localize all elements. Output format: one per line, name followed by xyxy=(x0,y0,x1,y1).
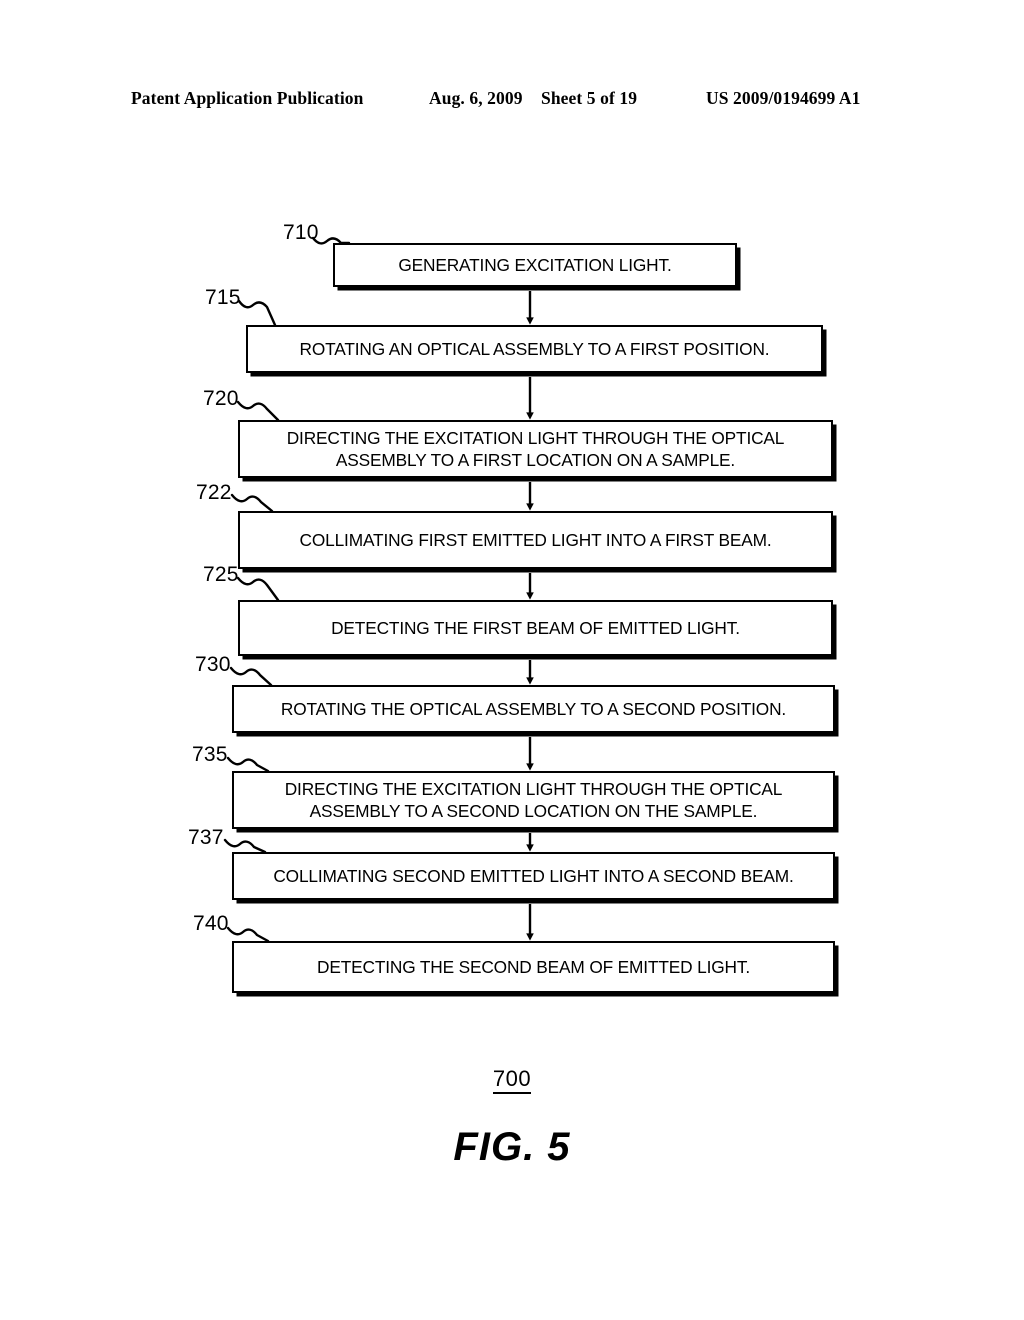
flowchart-step-720-text: DIRECTING THE EXCITATION LIGHT THROUGH T… xyxy=(286,428,785,470)
flowchart-step-710-text: GENERATING EXCITATION LIGHT. xyxy=(398,255,672,275)
figure-label: FIG. 5 xyxy=(453,1125,571,1169)
flowchart-step-730: ROTATING THE OPTICAL ASSEMBLY TO A SECON… xyxy=(232,685,835,733)
flowchart-step-740: DETECTING THE SECOND BEAM OF EMITTED LIG… xyxy=(232,941,835,993)
flowchart-diagram: 710 715 720 722 725 730 735 737 740 GENE… xyxy=(0,0,1024,1320)
reference-numeral-725: 725 xyxy=(203,563,239,586)
flowchart-step-715-text: ROTATING AN OPTICAL ASSEMBLY TO A FIRST … xyxy=(299,339,770,359)
reference-numeral-722: 722 xyxy=(196,481,232,504)
flowchart-step-722: COLLIMATING FIRST EMITTED LIGHT INTO A F… xyxy=(238,511,833,569)
flowchart-step-735-text: DIRECTING THE EXCITATION LIGHT THROUGH T… xyxy=(284,779,783,821)
reference-numeral-720: 720 xyxy=(203,387,239,410)
reference-numeral-715: 715 xyxy=(205,286,241,309)
flowchart-step-725-text: DETECTING THE FIRST BEAM OF EMITTED LIGH… xyxy=(331,618,740,638)
flowchart-step-737: COLLIMATING SECOND EMITTED LIGHT INTO A … xyxy=(232,852,835,900)
flowchart-step-735: DIRECTING THE EXCITATION LIGHT THROUGH T… xyxy=(232,771,835,829)
figure-reference-number: 700 xyxy=(0,1066,1024,1094)
leader-715 xyxy=(237,299,277,327)
flowchart-step-740-text: DETECTING THE SECOND BEAM OF EMITTED LIG… xyxy=(317,957,750,977)
reference-numeral-730: 730 xyxy=(195,653,231,676)
leader-735 xyxy=(226,756,270,773)
flowchart-step-730-text: ROTATING THE OPTICAL ASSEMBLY TO A SECON… xyxy=(280,699,787,719)
leader-730 xyxy=(229,666,273,687)
leader-737 xyxy=(223,838,267,854)
figure-reference-number-text: 700 xyxy=(492,1066,532,1094)
leader-740 xyxy=(226,926,270,943)
reference-numeral-737: 737 xyxy=(188,826,224,849)
flowchart-step-737-text: COLLIMATING SECOND EMITTED LIGHT INTO A … xyxy=(273,866,794,886)
flowchart-step-722-text: COLLIMATING FIRST EMITTED LIGHT INTO A F… xyxy=(299,530,772,550)
reference-numeral-710: 710 xyxy=(283,221,319,244)
flowchart-step-715: ROTATING AN OPTICAL ASSEMBLY TO A FIRST … xyxy=(246,325,823,373)
flowchart-step-710: GENERATING EXCITATION LIGHT. xyxy=(333,243,737,287)
flowchart-step-725: DETECTING THE FIRST BEAM OF EMITTED LIGH… xyxy=(238,600,833,656)
reference-numeral-740: 740 xyxy=(193,912,229,935)
flowchart-step-720: DIRECTING THE EXCITATION LIGHT THROUGH T… xyxy=(238,420,833,478)
leader-722 xyxy=(230,493,274,513)
leader-720 xyxy=(236,400,280,422)
reference-numeral-735: 735 xyxy=(192,743,228,766)
leader-725 xyxy=(236,576,280,602)
flowchart-connectors-layer xyxy=(223,236,534,943)
